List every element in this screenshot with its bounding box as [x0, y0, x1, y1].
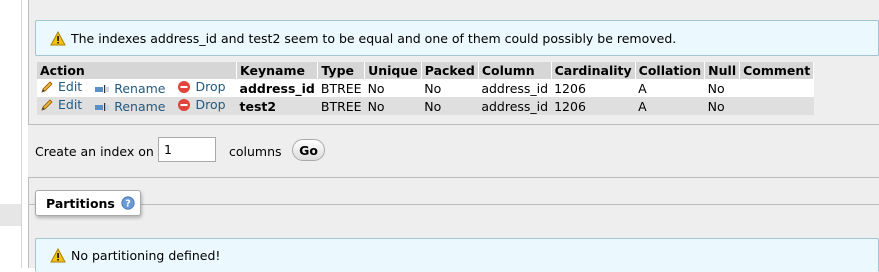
collation-cell: A	[635, 79, 705, 97]
action-cell: Edit Rename Drop	[37, 79, 237, 97]
drop-icon	[178, 80, 191, 93]
type-cell: BTREE	[317, 79, 365, 97]
drop-button[interactable]: Drop	[177, 79, 226, 94]
keyname-cell: test2	[236, 97, 318, 115]
rename-icon	[95, 102, 110, 111]
header-action: Action	[37, 62, 238, 79]
no-partition-text: No partitioning defined!	[71, 248, 221, 263]
pencil-icon	[41, 99, 53, 111]
table-row: Edit Rename Drop test2 BTREE No No addre…	[37, 97, 814, 115]
svg-text:?: ?	[125, 199, 131, 210]
type-cell: BTREE	[317, 97, 365, 115]
null-cell: No	[704, 79, 740, 97]
cardinality-cell: 1206	[551, 79, 636, 97]
unique-cell: No	[364, 79, 422, 97]
warning-text: The indexes address_id and test2 seem to…	[71, 30, 677, 46]
duplicate-index-warning: The indexes address_id and test2 seem to…	[35, 20, 879, 56]
packed-cell: No	[421, 79, 479, 97]
drop-button[interactable]: Drop	[177, 97, 226, 112]
header-column: Column	[478, 62, 552, 79]
cardinality-cell: 1206	[551, 97, 636, 115]
partitions-legend: Partitions ?	[35, 190, 141, 216]
comment-cell	[739, 97, 814, 115]
column-cell: address_id	[478, 97, 552, 115]
index-column-count-input[interactable]	[158, 137, 216, 162]
navigation-tab[interactable]	[0, 204, 21, 226]
no-partition-notice: No partitioning defined!	[35, 238, 879, 272]
column-cell: address_id	[478, 79, 552, 97]
edit-button[interactable]: Edit	[40, 79, 82, 94]
create-index-panel: Create an index on columns Go	[28, 124, 879, 178]
partitions-title: Partitions	[46, 195, 115, 211]
indexes-table: Action Keyname Type Unique Packed Column…	[37, 62, 815, 115]
warning-icon	[50, 30, 66, 45]
keyname-cell: address_id	[236, 79, 318, 97]
header-comment: Comment	[739, 62, 815, 79]
unique-cell: No	[364, 97, 422, 115]
header-unique: Unique	[364, 62, 422, 79]
left-navigation-strip	[0, 0, 22, 268]
columns-label: columns	[229, 144, 282, 159]
header-null: Null	[704, 62, 741, 79]
header-cardinality: Cardinality	[551, 62, 636, 79]
rename-button[interactable]: Rename	[94, 99, 165, 114]
collation-cell: A	[635, 97, 705, 115]
header-keyname[interactable]: Keyname	[236, 62, 319, 79]
header-packed: Packed	[421, 62, 479, 79]
rename-icon	[95, 84, 110, 93]
table-header-row: Action Keyname Type Unique Packed Column…	[37, 62, 815, 79]
header-collation: Collation	[635, 62, 706, 79]
create-index-label: Create an index on	[35, 144, 154, 159]
null-cell: No	[704, 97, 740, 115]
rename-button[interactable]: Rename	[94, 81, 165, 96]
help-icon[interactable]: ?	[121, 196, 135, 210]
drop-icon	[178, 98, 191, 111]
table-row: Edit Rename Drop address_id BTREE No No …	[37, 79, 814, 97]
action-cell: Edit Rename Drop	[37, 97, 237, 115]
warning-icon	[50, 248, 66, 263]
go-button[interactable]: Go	[292, 139, 325, 161]
edit-button[interactable]: Edit	[40, 97, 82, 112]
pencil-icon	[41, 81, 53, 93]
header-type: Type	[317, 62, 366, 79]
packed-cell: No	[421, 97, 479, 115]
comment-cell	[739, 79, 814, 97]
